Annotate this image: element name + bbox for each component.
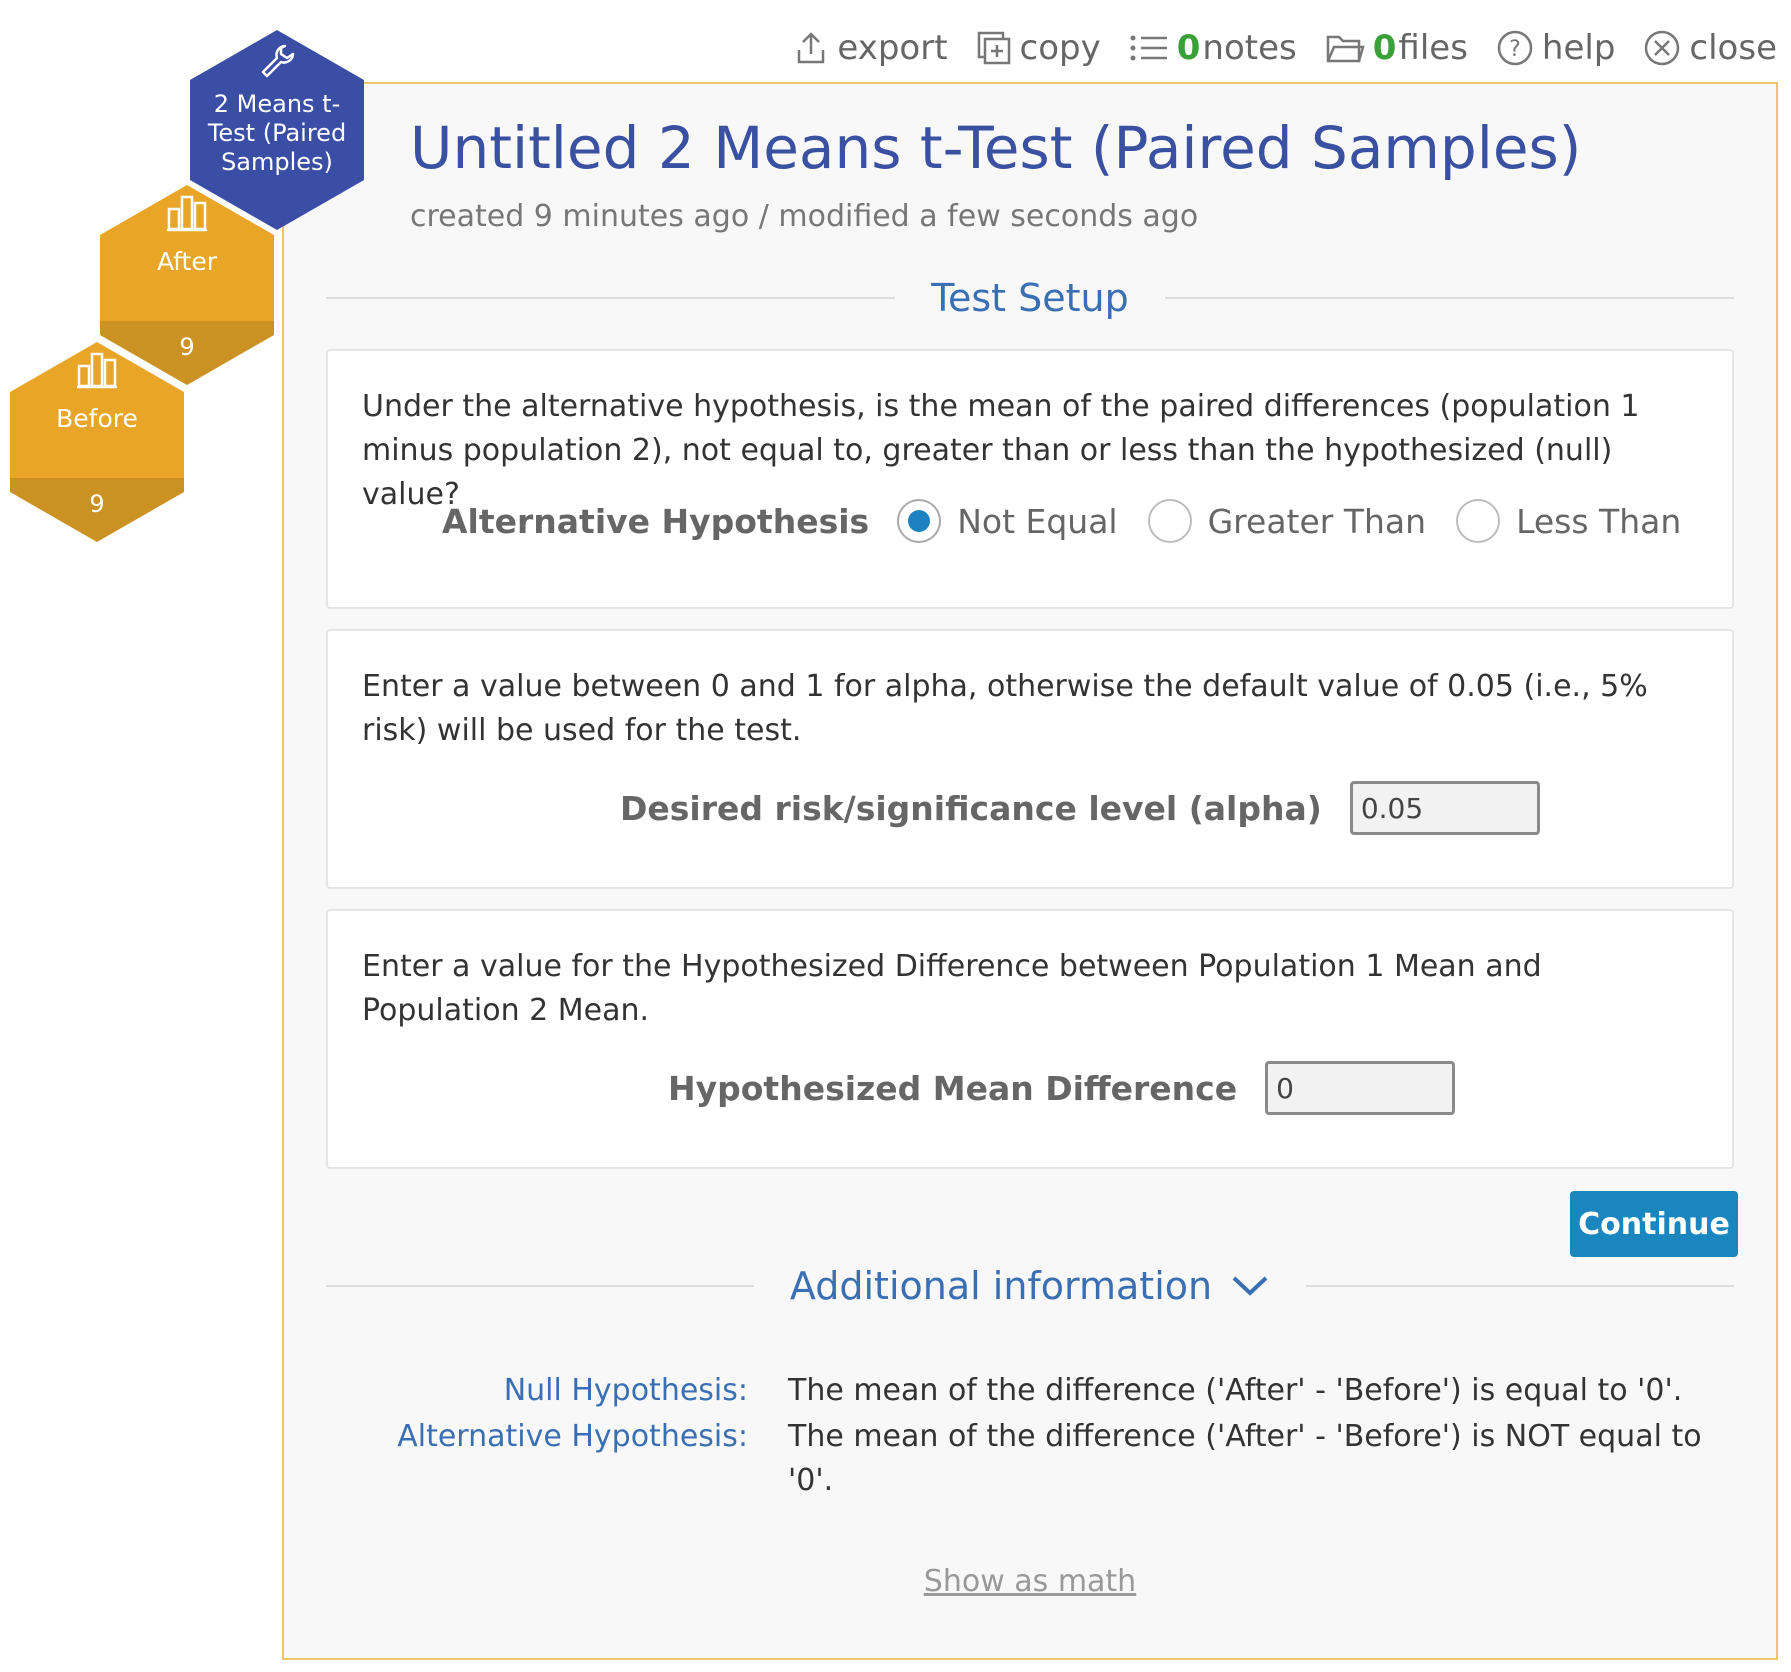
- hypothesis-question: Under the alternative hypothesis, is the…: [362, 389, 1640, 512]
- test-setup-heading: Test Setup: [326, 276, 1735, 320]
- null-hypothesis-text: The mean of the difference ('After' - 'B…: [788, 1373, 1683, 1408]
- radio-selected-dot: [908, 510, 931, 532]
- copy-icon: [976, 30, 1012, 66]
- additional-info-title: Additional information: [789, 1264, 1213, 1308]
- analysis-panel: Untitled 2 Means t-Test (Paired Samples)…: [282, 82, 1778, 1660]
- notes-icon: [1129, 30, 1169, 66]
- hex-node-after[interactable]: After 9: [100, 185, 274, 385]
- alt-hypothesis-card: Under the alternative hypothesis, is the…: [326, 349, 1734, 609]
- hex-node-count: 9: [10, 478, 184, 542]
- alpha-input[interactable]: [1349, 781, 1540, 835]
- svg-text:?: ?: [1509, 37, 1521, 62]
- page-title[interactable]: Untitled 2 Means t-Test (Paired Samples): [410, 114, 1581, 182]
- hypotheses-summary: Null Hypothesis: The mean of the differe…: [384, 1369, 1714, 1505]
- notes-button[interactable]: 0notes: [1129, 28, 1297, 68]
- additional-info-heading: Additional information: [326, 1264, 1734, 1308]
- null-hypothesis-label: Null Hypothesis:: [503, 1373, 748, 1408]
- alpha-description: Enter a value between 0 and 1 for alpha,…: [362, 669, 1648, 748]
- top-toolbar: export copy 0notes 0files ? help close: [793, 28, 1777, 68]
- hex-node-before[interactable]: Before 9: [10, 342, 184, 542]
- mean-difference-label: Hypothesized Mean Difference: [668, 1068, 1238, 1108]
- hex-node-label: Before: [56, 404, 138, 433]
- close-icon: [1643, 29, 1681, 67]
- chevron-down-icon: [1230, 1264, 1270, 1308]
- export-button[interactable]: export: [793, 28, 948, 68]
- null-hypothesis-row: Null Hypothesis: The mean of the differe…: [384, 1369, 1714, 1413]
- radio-circle[interactable]: [1147, 499, 1192, 543]
- export-label: export: [837, 28, 948, 68]
- divider: [326, 1285, 754, 1287]
- hex-node-label: 2 Means t-Test (Paired Samples): [207, 90, 347, 176]
- alpha-card: Enter a value between 0 and 1 for alpha,…: [326, 629, 1734, 889]
- radio-label: Greater Than: [1207, 501, 1427, 541]
- copy-label: copy: [1019, 28, 1101, 68]
- test-setup-title: Test Setup: [931, 276, 1129, 320]
- mean-difference-field-row: Hypothesized Mean Difference: [668, 1061, 1456, 1115]
- divider: [1164, 297, 1735, 299]
- alpha-label: Desired risk/significance level (alpha): [620, 788, 1322, 828]
- alt-hypothesis-summary-label: Alternative Hypothesis:: [397, 1419, 748, 1454]
- alt-hypothesis-text: The mean of the difference ('After' - 'B…: [788, 1419, 1702, 1498]
- help-label: help: [1541, 28, 1616, 68]
- mean-difference-input[interactable]: [1265, 1061, 1456, 1115]
- alt-hypothesis-row: Alternative Hypothesis: The mean of the …: [384, 1415, 1714, 1503]
- wrench-icon: [190, 40, 364, 80]
- radio-label: Not Equal: [957, 501, 1118, 541]
- show-as-math-link[interactable]: Show as math: [284, 1564, 1776, 1599]
- files-label: files: [1398, 28, 1468, 68]
- alt-hypothesis-radio-group: Alternative Hypothesis Not Equal Greater…: [442, 499, 1711, 543]
- radio-not-equal[interactable]: Not Equal: [897, 499, 1118, 543]
- export-icon: [793, 30, 829, 66]
- continue-button[interactable]: Continue: [1570, 1191, 1738, 1257]
- help-button[interactable]: ? help: [1496, 28, 1616, 68]
- radio-label: Less Than: [1516, 501, 1682, 541]
- files-button[interactable]: 0files: [1325, 28, 1468, 68]
- mean-difference-description: Enter a value for the Hypothesized Diffe…: [362, 949, 1542, 1028]
- help-icon: ?: [1496, 29, 1534, 67]
- alt-hypothesis-label: Alternative Hypothesis: [442, 501, 870, 541]
- divider: [326, 297, 896, 299]
- hex-node-label: After: [156, 247, 218, 276]
- divider: [1306, 1285, 1734, 1287]
- alpha-field-row: Desired risk/significance level (alpha): [620, 781, 1540, 835]
- mean-difference-card: Enter a value for the Hypothesized Diffe…: [326, 909, 1734, 1169]
- files-count: 0: [1372, 28, 1397, 68]
- timestamp-subtitle: created 9 minutes ago / modified a few s…: [410, 199, 1199, 234]
- notes-label: notes: [1202, 28, 1297, 68]
- close-button[interactable]: close: [1643, 28, 1777, 68]
- additional-info-toggle[interactable]: Additional information: [790, 1264, 1270, 1308]
- notes-count: 0: [1176, 28, 1201, 68]
- radio-greater-than[interactable]: Greater Than: [1147, 499, 1427, 543]
- copy-button[interactable]: copy: [976, 28, 1101, 68]
- radio-circle[interactable]: [1456, 499, 1501, 543]
- close-label: close: [1689, 28, 1777, 68]
- files-icon: [1325, 31, 1365, 65]
- radio-less-than[interactable]: Less Than: [1456, 499, 1681, 543]
- radio-circle[interactable]: [897, 499, 942, 543]
